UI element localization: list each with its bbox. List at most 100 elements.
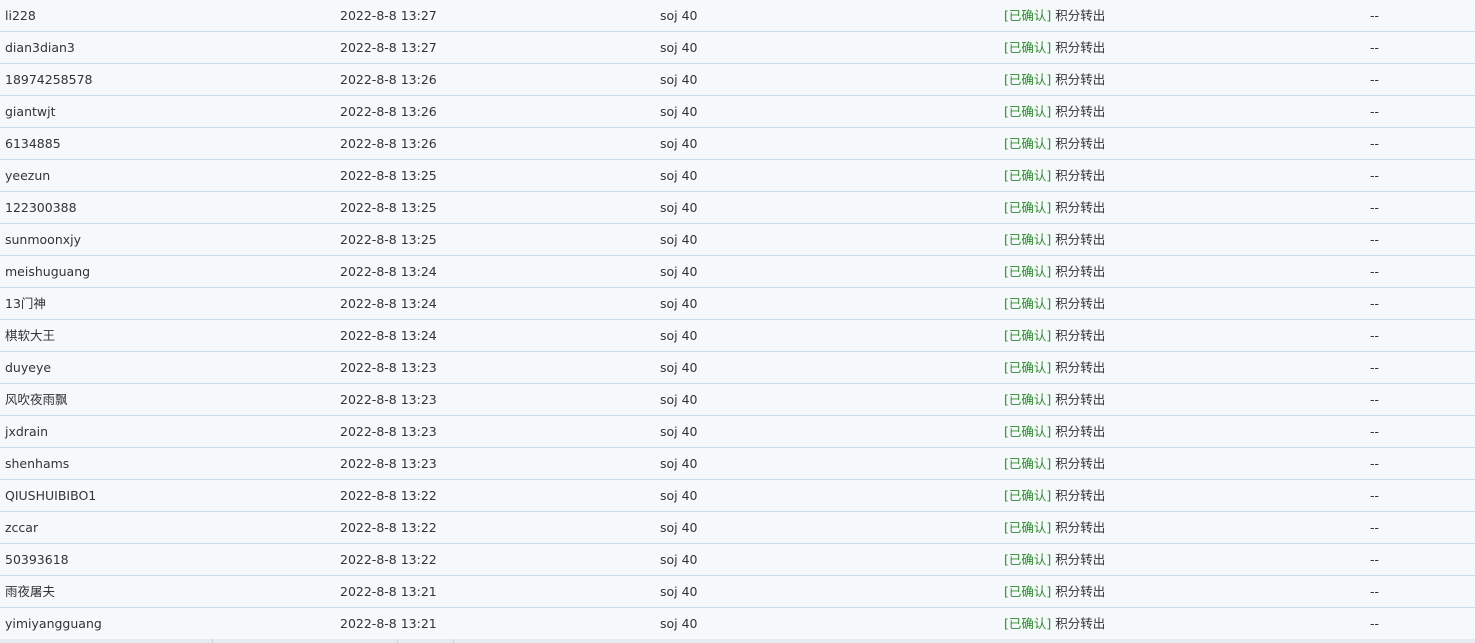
status-type-label: 积分转出: [1055, 616, 1106, 631]
status-type-label: 积分转出: [1055, 136, 1106, 151]
status-cell: [已确认] 积分转出: [1004, 512, 1105, 543]
time-cell: 2022-8-8 13:25: [340, 168, 437, 183]
status-confirmed-tag: [已确认]: [1004, 104, 1052, 119]
time-cell: 2022-8-8 13:23: [340, 360, 437, 375]
time-cell: 2022-8-8 13:21: [340, 584, 437, 599]
extra-cell: --: [1370, 232, 1380, 247]
extra-cell: --: [1370, 584, 1380, 599]
username-cell: giantwjt: [5, 104, 56, 119]
username-cell: duyeye: [5, 360, 52, 375]
status-cell: [已确认] 积分转出: [1004, 224, 1105, 255]
horizontal-scrollbar[interactable]: [0, 639, 1475, 643]
username-cell: jxdrain: [5, 424, 48, 439]
time-cell: 2022-8-8 13:22: [340, 552, 437, 567]
username-cell: yimiyangguang: [5, 616, 102, 631]
amount-cell: soj 40: [660, 104, 698, 119]
status-cell: [已确认] 积分转出: [1004, 0, 1105, 31]
table-row: yimiyangguang 2022-8-8 13:21 soj 40 [已确认] 积…: [0, 608, 1475, 639]
username-cell: 风吹夜雨飘: [5, 392, 68, 407]
status-confirmed-tag: [已确认]: [1004, 296, 1052, 311]
time-cell: 2022-8-8 13:23: [340, 392, 437, 407]
status-type-label: 积分转出: [1055, 264, 1106, 279]
username-cell: QIUSHUIBIBO1: [5, 488, 97, 503]
time-cell: 2022-8-8 13:23: [340, 424, 437, 439]
extra-cell: --: [1370, 168, 1380, 183]
amount-cell: soj 40: [660, 136, 698, 151]
status-type-label: 积分转出: [1055, 200, 1106, 215]
table-row: 风吹夜雨飘 2022-8-8 13:23 soj 40 [已确认] 积分转出 --: [0, 384, 1475, 416]
table-row: dian3dian3 2022-8-8 13:27 soj 40 [已确认] 积分转出…: [0, 32, 1475, 64]
time-cell: 2022-8-8 13:21: [340, 616, 437, 631]
status-confirmed-tag: [已确认]: [1004, 360, 1052, 375]
status-cell: [已确认] 积分转出: [1004, 320, 1105, 351]
status-confirmed-tag: [已确认]: [1004, 584, 1052, 599]
amount-cell: soj 40: [660, 520, 698, 535]
amount-cell: soj 40: [660, 552, 698, 567]
amount-cell: soj 40: [660, 72, 698, 87]
username-cell: meishuguang: [5, 264, 91, 279]
amount-cell: soj 40: [660, 392, 698, 407]
status-type-label: 积分转出: [1055, 488, 1106, 503]
extra-cell: --: [1370, 552, 1380, 567]
status-type-label: 积分转出: [1055, 584, 1106, 599]
table-row: 棋软大王 2022-8-8 13:24 soj 40 [已确认] 积分转出 --: [0, 320, 1475, 352]
status-cell: [已确认] 积分转出: [1004, 480, 1105, 511]
extra-cell: --: [1370, 40, 1380, 55]
extra-cell: --: [1370, 520, 1380, 535]
amount-cell: soj 40: [660, 40, 698, 55]
status-cell: [已确认] 积分转出: [1004, 416, 1105, 447]
username-cell: zccar: [5, 520, 39, 535]
table-row: zccar 2022-8-8 13:22 soj 40 [已确认] 积分转出 --: [0, 512, 1475, 544]
username-cell: li228: [5, 8, 36, 23]
extra-cell: --: [1370, 456, 1380, 471]
status-confirmed-tag: [已确认]: [1004, 424, 1052, 439]
status-confirmed-tag: [已确认]: [1004, 168, 1052, 183]
status-confirmed-tag: [已确认]: [1004, 392, 1052, 407]
status-type-label: 积分转出: [1055, 360, 1106, 375]
status-confirmed-tag: [已确认]: [1004, 328, 1052, 343]
time-cell: 2022-8-8 13:26: [340, 136, 437, 151]
time-cell: 2022-8-8 13:27: [340, 8, 437, 23]
amount-cell: soj 40: [660, 584, 698, 599]
status-confirmed-tag: [已确认]: [1004, 200, 1052, 215]
status-type-label: 积分转出: [1055, 168, 1106, 183]
scrollbar-segment[interactable]: [212, 639, 398, 643]
amount-cell: soj 40: [660, 168, 698, 183]
table-row: 雨夜屠夫 2022-8-8 13:21 soj 40 [已确认] 积分转出 --: [0, 576, 1475, 608]
status-confirmed-tag: [已确认]: [1004, 264, 1052, 279]
scrollbar-segment[interactable]: [397, 639, 454, 643]
extra-cell: --: [1370, 424, 1380, 439]
amount-cell: soj 40: [660, 232, 698, 247]
status-type-label: 积分转出: [1055, 392, 1106, 407]
status-confirmed-tag: [已确认]: [1004, 72, 1052, 87]
table-row: 6134885 2022-8-8 13:26 soj 40 [已确认] 积分转出 --: [0, 128, 1475, 160]
extra-cell: --: [1370, 264, 1380, 279]
amount-cell: soj 40: [660, 296, 698, 311]
extra-cell: --: [1370, 136, 1380, 151]
table-row: 18974258578 2022-8-8 13:26 soj 40 [已确认] 积分转…: [0, 64, 1475, 96]
time-cell: 2022-8-8 13:23: [340, 456, 437, 471]
status-confirmed-tag: [已确认]: [1004, 8, 1052, 23]
extra-cell: --: [1370, 200, 1380, 215]
table-row: li228 2022-8-8 13:27 soj 40 [已确认] 积分转出 --: [0, 0, 1475, 32]
extra-cell: --: [1370, 296, 1380, 311]
scrollbar-segment[interactable]: [0, 639, 213, 643]
transaction-table: li228 2022-8-8 13:27 soj 40 [已确认] 积分转出 -- dia…: [0, 0, 1475, 639]
status-cell: [已确认] 积分转出: [1004, 384, 1105, 415]
status-cell: [已确认] 积分转出: [1004, 256, 1105, 287]
status-cell: [已确认] 积分转出: [1004, 96, 1105, 127]
username-cell: shenhams: [5, 456, 70, 471]
extra-cell: --: [1370, 360, 1380, 375]
status-type-label: 积分转出: [1055, 552, 1106, 567]
status-cell: [已确认] 积分转出: [1004, 128, 1105, 159]
table-row: yeezun 2022-8-8 13:25 soj 40 [已确认] 积分转出 --: [0, 160, 1475, 192]
time-cell: 2022-8-8 13:26: [340, 104, 437, 119]
table-row: 50393618 2022-8-8 13:22 soj 40 [已确认] 积分转出 --: [0, 544, 1475, 576]
username-cell: 13门神: [5, 296, 46, 311]
username-cell: 棋软大王: [5, 328, 56, 343]
status-cell: [已确认] 积分转出: [1004, 448, 1105, 479]
table-row: shenhams 2022-8-8 13:23 soj 40 [已确认] 积分转出 --: [0, 448, 1475, 480]
status-cell: [已确认] 积分转出: [1004, 544, 1105, 575]
username-cell: 18974258578: [5, 72, 93, 87]
amount-cell: soj 40: [660, 328, 698, 343]
